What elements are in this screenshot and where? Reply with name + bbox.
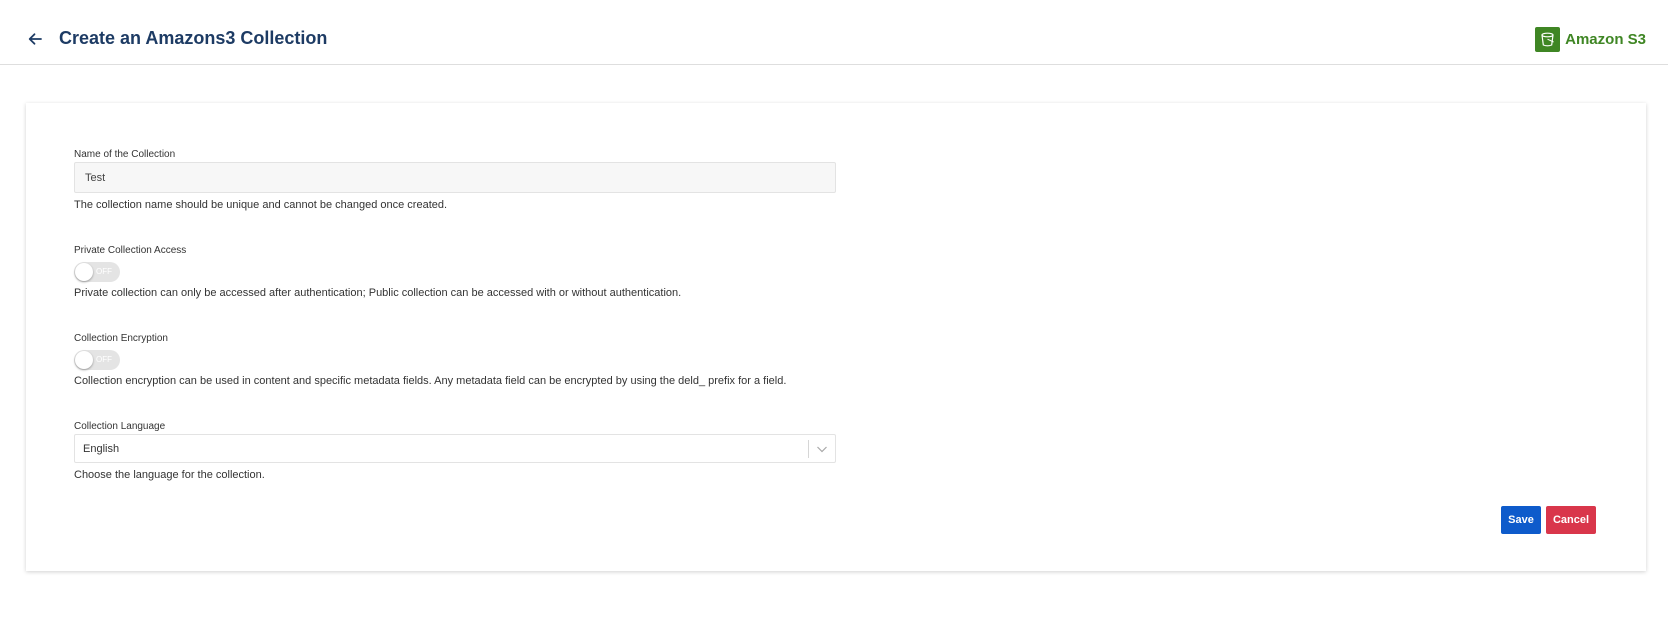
encryption-help: Collection encryption can be used in con… (74, 375, 787, 387)
encryption-label: Collection Encryption (74, 333, 168, 344)
arrow-left-icon (28, 33, 42, 45)
private-access-help: Private collection can only be accessed … (74, 287, 682, 299)
private-access-label: Private Collection Access (74, 245, 187, 256)
page-header: Create an Amazons3 Collection Amazon S3 (0, 0, 1668, 65)
brand-name: Amazon S3 (1565, 31, 1646, 48)
collection-name-input[interactable] (74, 162, 836, 193)
private-access-toggle[interactable]: OFF (74, 262, 120, 282)
language-select[interactable]: English (74, 434, 836, 463)
collection-name-label: Name of the Collection (74, 149, 176, 160)
save-button[interactable]: Save (1501, 506, 1541, 534)
language-selected-value: English (83, 443, 120, 455)
toggle-knob (75, 263, 93, 281)
brand: Amazon S3 (1535, 27, 1646, 52)
chevron-down-icon (817, 446, 827, 453)
cancel-button[interactable]: Cancel (1546, 506, 1596, 534)
s3-bucket-icon (1535, 27, 1561, 52)
toggle-state-label: OFF (96, 267, 112, 276)
back-button[interactable] (24, 28, 46, 50)
toggle-knob (75, 351, 93, 369)
page-title: Create an Amazons3 Collection (59, 28, 328, 48)
select-separator (808, 440, 809, 458)
language-help: Choose the language for the collection. (74, 469, 265, 481)
encryption-toggle[interactable]: OFF (74, 350, 120, 370)
form-card: Name of the Collection The collection na… (26, 103, 1646, 571)
language-label: Collection Language (74, 421, 166, 432)
toggle-state-label: OFF (96, 355, 112, 364)
collection-name-help: The collection name should be unique and… (74, 199, 448, 211)
